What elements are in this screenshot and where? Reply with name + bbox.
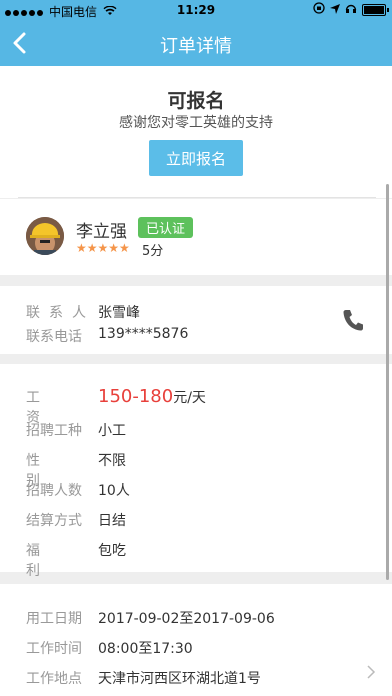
verified-badge: 已认证 bbox=[138, 217, 194, 238]
signup-status: 可报名 bbox=[167, 90, 225, 112]
work-date-row: 用工日期 2017-09-02至2017-09-06 bbox=[26, 608, 275, 628]
scrollbar[interactable] bbox=[386, 184, 389, 580]
work-time-label: 工作时间 bbox=[26, 641, 82, 657]
wage-value: 150-180 bbox=[98, 386, 174, 407]
job-type-value: 小工 bbox=[98, 423, 126, 439]
contact-section: 联系人 张雪峰 联系电话 139****5876 bbox=[0, 286, 392, 354]
battery-icon bbox=[362, 3, 389, 16]
work-date-label: 用工日期 bbox=[26, 611, 82, 627]
work-place-row[interactable]: 工作地点 天津市河西区环湖北道1号 bbox=[26, 668, 261, 688]
contact-person-label: 联系人 bbox=[26, 305, 95, 321]
status-right bbox=[313, 2, 389, 17]
job-type-row: 招聘工种 小工 bbox=[26, 420, 126, 440]
header-bar: 中国电信 11:29 订单详情 bbox=[0, 0, 392, 66]
settlement-value: 日结 bbox=[98, 513, 126, 529]
avatar bbox=[26, 217, 64, 255]
job-details-section: 工资 150-180 元/天 招聘工种 小工 性别 不限 招聘人数 10人 结算… bbox=[0, 364, 392, 579]
work-time-value: 08:00至17:30 bbox=[98, 641, 193, 657]
welfare-label: 福利 bbox=[26, 543, 74, 579]
phone-icon bbox=[343, 310, 363, 331]
wage-unit: 元/天 bbox=[173, 390, 206, 406]
employer-name: 李立强 bbox=[76, 222, 127, 242]
employer-profile[interactable]: 李立强 已认证 ★★★★★ 5分 bbox=[0, 199, 392, 275]
divider bbox=[18, 197, 376, 198]
nav-bar: 订单详情 bbox=[0, 20, 392, 66]
work-place-label: 工作地点 bbox=[26, 671, 82, 687]
welfare-row: 福利 包吃 bbox=[26, 540, 126, 580]
signup-section: 可报名 感谢您对零工英雄的支持 立即报名 bbox=[0, 66, 392, 198]
contact-phone-row: 联系电话 139****5876 bbox=[26, 326, 188, 346]
headcount-label: 招聘人数 bbox=[26, 483, 82, 499]
status-bar: 中国电信 11:29 bbox=[0, 0, 392, 20]
call-button[interactable] bbox=[342, 308, 364, 332]
welfare-value: 包吃 bbox=[98, 543, 126, 559]
settlement-label: 结算方式 bbox=[26, 513, 82, 529]
work-info-section: 用工日期 2017-09-02至2017-09-06 工作时间 08:00至17… bbox=[0, 584, 392, 696]
rating-stars: ★★★★★ bbox=[76, 241, 130, 255]
headphones-icon bbox=[345, 2, 357, 17]
contact-person-row: 联系人 张雪峰 bbox=[26, 302, 140, 322]
thanks-text: 感谢您对零工英雄的支持 bbox=[119, 115, 273, 131]
job-type-label: 招聘工种 bbox=[26, 423, 82, 439]
rotation-lock-icon bbox=[313, 2, 325, 17]
page-title: 订单详情 bbox=[160, 36, 232, 57]
contact-phone-label: 联系电话 bbox=[26, 329, 82, 345]
location-icon bbox=[330, 3, 340, 17]
headcount-value: 10人 bbox=[98, 483, 130, 499]
work-date-value: 2017-09-02至2017-09-06 bbox=[98, 611, 275, 627]
contact-person-value: 张雪峰 bbox=[98, 305, 140, 321]
work-time-row: 工作时间 08:00至17:30 bbox=[26, 638, 193, 658]
work-place-value: 天津市河西区环湖北道1号 bbox=[98, 671, 261, 687]
chevron-right-icon[interactable] bbox=[366, 664, 376, 680]
settlement-row: 结算方式 日结 bbox=[26, 510, 126, 530]
contact-phone-value: 139****5876 bbox=[98, 326, 189, 342]
rating-score: 5分 bbox=[142, 244, 164, 259]
headcount-row: 招聘人数 10人 bbox=[26, 480, 130, 500]
apply-button[interactable]: 立即报名 bbox=[149, 140, 243, 176]
